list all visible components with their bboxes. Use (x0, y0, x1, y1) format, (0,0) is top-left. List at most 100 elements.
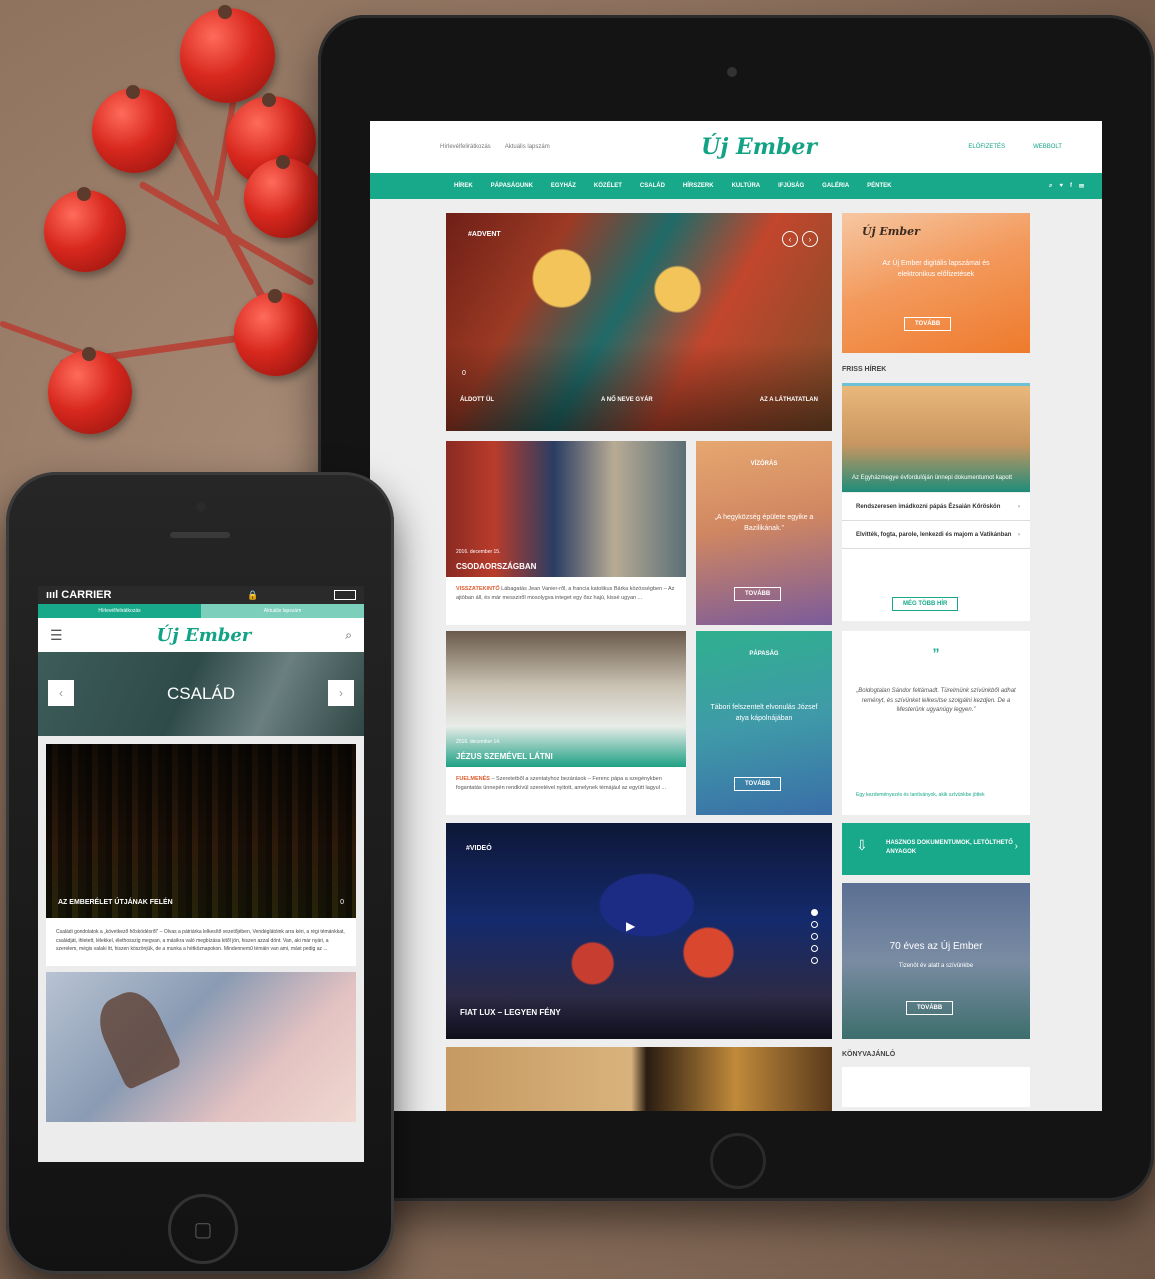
menu-icon[interactable]: ☰ (50, 627, 63, 644)
signal-icon: ıııl (46, 589, 59, 601)
anniversary-more-button[interactable]: TOVÁBB (906, 1001, 954, 1015)
nav-item[interactable]: KÖZÉLET (594, 183, 622, 189)
article-card[interactable]: 2016. december 15. CSODAORSZÁGBAN VISSZA… (446, 441, 686, 625)
tablet-device: Hírlevélfelirátkozás Aktuális lapszám Új… (318, 15, 1154, 1201)
tile-label: VÍZÓRÁS (750, 461, 778, 467)
subscribe-link[interactable]: ELŐFIZETÉS (968, 144, 1005, 150)
phone-device: ▢ ıııl CARRIER 🔒 Hírlevélfelirátkozás Ak… (6, 472, 394, 1274)
chevron-left-icon[interactable]: ‹ (782, 231, 798, 247)
tile-label: PÁPASÁG (749, 651, 779, 657)
carrier-label: ıııl CARRIER (46, 589, 112, 601)
video-tag: #VIDEÓ (466, 845, 492, 852)
download-icon: ⇩ (856, 837, 868, 853)
feature-tile[interactable]: VÍZÓRÁS „A hegyközség épülete egyike a B… (696, 441, 832, 625)
nav-item[interactable]: HÍRSZERK (683, 183, 714, 189)
comment-count: 0 (462, 370, 466, 377)
article-excerpt: VISSZATEKINTŐ Lábagatás Jean Vanier-ről,… (446, 577, 686, 611)
phone-home-button[interactable]: ▢ (168, 1194, 238, 1264)
hero-tag: #ADVENT (468, 231, 501, 238)
article-image[interactable] (46, 971, 356, 1122)
feature-tile[interactable]: PÁPASÁG Tábori felszentelt elvonulás Józ… (696, 631, 832, 815)
webshop-link[interactable]: WEBBOLT (1033, 144, 1062, 150)
anniversary-title: 70 éves az Új Ember (889, 941, 983, 952)
hero-slider[interactable]: #ADVENT ‹ › 0 ÁLDOTT ÜL A NŐ NEVE GYÁR A… (446, 213, 832, 431)
anniversary-subtitle: Tizenöt év alatt a szívünkbe (898, 963, 974, 969)
tab-newsletter[interactable]: Hírlevélfelirátkozás (38, 604, 201, 618)
chevron-right-icon[interactable]: › (802, 231, 818, 247)
subscription-promo[interactable]: Új Ember Az Új Ember digitális lapszámai… (842, 213, 1030, 353)
quote-icon: ” (932, 645, 940, 661)
facebook-icon[interactable]: f (1070, 183, 1072, 190)
main-nav: HÍREK PÁPASÁGUNK EGYHÁZ KÖZÉLET CSALÁD H… (370, 173, 1102, 199)
nav-item[interactable]: PÉNTEK (867, 183, 891, 189)
article-card[interactable]: 2016. december 14. JÉZUS SZEMÉVEL LÁTNI … (446, 631, 686, 815)
fresh-news-caption: Az Egyházmegye évfordulóján ünnepi dokum… (852, 474, 1013, 481)
video-caption[interactable]: FIAT LUX – LEGYEN FÉNY (460, 1008, 561, 1017)
hero-caption[interactable]: AZ A LÁTHATATLAN (760, 397, 818, 403)
category-banner: ‹ CSALÁD › (38, 652, 364, 736)
play-icon[interactable]: ▶ (626, 919, 635, 933)
status-bar: ıııl CARRIER 🔒 (38, 586, 364, 604)
tablet-camera (727, 67, 737, 77)
heart-icon[interactable]: ♥ (1059, 183, 1063, 190)
mail-icon[interactable]: ✉ (1079, 183, 1084, 190)
more-news-button[interactable]: MÉG TÖBB HÍR (892, 597, 959, 611)
phone-speaker (170, 532, 230, 538)
nav-item[interactable]: KULTÚRA (732, 183, 761, 189)
tab-current-issue[interactable]: Aktuális lapszám (201, 604, 364, 618)
nav-item[interactable]: IFJÚSÁG (778, 183, 804, 189)
battery-icon (334, 590, 356, 600)
phone-screen: ıııl CARRIER 🔒 Hírlevélfelirátkozás Aktu… (38, 586, 364, 1162)
nav-item[interactable]: HÍREK (454, 183, 473, 189)
fresh-news-heading: FRISS HÍREK (842, 366, 887, 373)
article-date: 2016. december 14. (456, 739, 501, 745)
fresh-news-featured[interactable]: Az Egyházmegye évfordulóján ünnepi dokum… (842, 383, 1030, 492)
tile-more-button[interactable]: TOVÁBB (734, 777, 782, 791)
search-icon[interactable]: ⌕ (1049, 183, 1052, 190)
nav-item[interactable]: PÁPASÁGUNK (491, 183, 533, 189)
slider-dots[interactable] (811, 909, 818, 964)
chevron-right-icon[interactable]: › (328, 680, 354, 706)
article-title[interactable]: AZ EMBERÉLET ÚTJÁNAK FELÉN (58, 899, 173, 906)
hero-caption[interactable]: ÁLDOTT ÜL (460, 397, 494, 403)
promo-text: Az Új Ember digitális lapszámai és elekt… (882, 260, 990, 278)
quote-box: ” „Boldogtalan Sándor feltámadt. Türelmü… (842, 631, 1030, 815)
list-item[interactable]: Rendszeresen imádkozni pápás Ézsaián Kőr… (842, 493, 1030, 521)
phone-header: ☰ Új Ember ⌕ (38, 618, 364, 652)
documents-banner[interactable]: ⇩ HASZNOS DOKUMENTUMOK, LETÖLTHETŐ ANYAG… (842, 823, 1030, 875)
site-logo[interactable]: Új Ember (157, 625, 252, 646)
article-image: 2016. december 14. JÉZUS SZEMÉVEL LÁTNI (446, 631, 686, 767)
anniversary-banner[interactable]: 70 éves az Új Ember Tizenöt év alatt a s… (842, 883, 1030, 1039)
nav-item[interactable]: CSALÁD (640, 183, 665, 189)
tablet-home-button[interactable] (710, 1133, 766, 1189)
hero-caption[interactable]: A NŐ NEVE GYÁR (601, 397, 653, 403)
promo-more-button[interactable]: TOVÁBB (904, 317, 952, 331)
newsletter-link[interactable]: Hírlevélfelirátkozás (440, 144, 491, 150)
nav-item[interactable]: GALÉRIA (822, 183, 849, 189)
article-title[interactable]: CSODAORSZÁGBAN (456, 562, 536, 571)
video-player[interactable]: #VIDEÓ ▶ FIAT LUX – LEGYEN FÉNY (446, 823, 832, 1039)
tile-text: Tábori felszentelt elvonulás József atya… (710, 704, 818, 722)
article-title[interactable]: JÉZUS SZEMÉVEL LÁTNI (456, 752, 553, 761)
site-logo[interactable]: Új Ember (701, 134, 817, 160)
bottom-articles-strip[interactable] (446, 1047, 832, 1111)
fresh-news-list: Rendszeresen imádkozni pápás Ézsaián Kőr… (842, 493, 1030, 621)
article-date: 2016. december 15. (456, 549, 501, 555)
tile-text: „A hegyközség épülete egyike a Bazilikán… (714, 514, 814, 532)
article-excerpt: Családi gondolatok a „következő hősködés… (56, 929, 345, 952)
tablet-screen: Hírlevélfelirátkozás Aktuális lapszám Új… (370, 121, 1102, 1111)
site-topbar: Hírlevélfelirátkozás Aktuális lapszám Új… (370, 121, 1102, 173)
article-image: 2016. december 15. CSODAORSZÁGBAN (446, 441, 686, 577)
tile-more-button[interactable]: TOVÁBB (734, 587, 782, 601)
article-lead: VISSZATEKINTŐ (456, 586, 500, 592)
search-icon[interactable]: ⌕ (345, 628, 352, 643)
article-card[interactable]: AZ EMBERÉLET ÚTJÁNAK FELÉN 0 Családi gon… (46, 744, 356, 966)
books-panel (842, 1067, 1030, 1107)
current-issue-link[interactable]: Aktuális lapszám (505, 144, 550, 150)
article-excerpt: FUELMENÉS – Szeretetből a szentatyhoz be… (446, 767, 686, 801)
list-item[interactable]: Elvitték, fogta, parole, lenkezdi és maj… (842, 521, 1030, 549)
chevron-right-icon: › (1014, 841, 1018, 852)
article-image: AZ EMBERÉLET ÚTJÁNAK FELÉN 0 (46, 744, 356, 918)
nav-item[interactable]: EGYHÁZ (551, 183, 576, 189)
quote-source-link[interactable]: Egy kezdeményezés és tanítványok, akik s… (856, 792, 1010, 800)
